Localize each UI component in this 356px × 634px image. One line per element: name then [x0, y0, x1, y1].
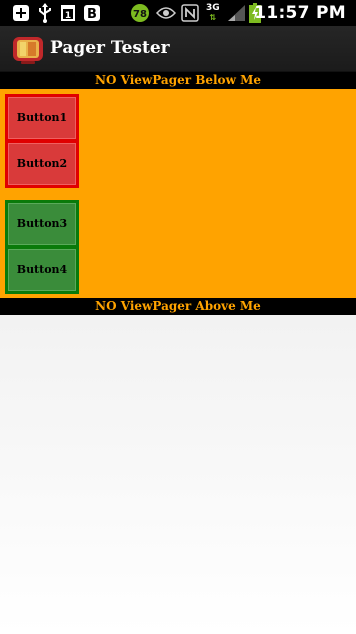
add-notification-icon [12, 3, 30, 23]
svg-text:1: 1 [65, 11, 71, 21]
b-app-icon: B [83, 3, 101, 23]
network-label: 3G [206, 3, 220, 13]
action-bar: Pager Tester [0, 26, 356, 72]
usb-icon [38, 3, 52, 23]
network-type: 3G ⇅ [206, 3, 220, 23]
calendar-icon: 1 [60, 3, 76, 23]
svg-text:B: B [87, 7, 97, 22]
status-time: 11:57 PM [254, 3, 346, 23]
button3[interactable]: Button3 [8, 203, 76, 245]
badge-number: 78 [133, 9, 147, 20]
empty-content-area [0, 315, 356, 634]
bottom-banner: NO ViewPager Above Me [0, 298, 356, 315]
top-banner: NO ViewPager Below Me [0, 72, 356, 89]
signal-icon [226, 3, 246, 23]
button4[interactable]: Button4 [8, 249, 76, 291]
button2[interactable]: Button2 [8, 143, 76, 185]
nfc-icon [181, 3, 199, 23]
button1[interactable]: Button1 [8, 97, 76, 139]
eye-icon [156, 3, 176, 23]
orange-container: Button1 Button2 Button3 Button4 [0, 89, 356, 298]
status-bar: 1 B 78 3G ⇅ 11:57 PM [0, 0, 356, 26]
green-button-group: Button3 Button4 [5, 200, 79, 294]
tv-app-icon[interactable] [12, 35, 44, 65]
data-arrows-icon: ⇅ [209, 13, 217, 22]
red-button-group: Button1 Button2 [5, 94, 79, 188]
app-title: Pager Tester [50, 38, 170, 58]
badge-icon: 78 [130, 3, 150, 23]
